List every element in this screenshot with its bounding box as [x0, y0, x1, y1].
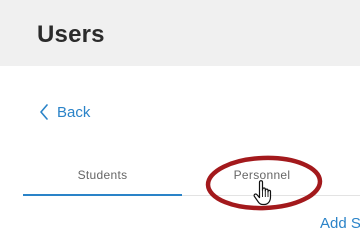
- add-link[interactable]: Add S: [320, 215, 360, 232]
- chevron-left-icon: [40, 104, 48, 120]
- page-title: Users: [37, 21, 105, 48]
- active-tab-indicator: [23, 194, 182, 196]
- back-link-label: Back: [57, 103, 91, 121]
- tab-students-label: Students: [77, 168, 128, 182]
- page-header: Users: [0, 0, 360, 66]
- back-link[interactable]: Back: [39, 101, 90, 123]
- tab-personnel[interactable]: Personnel: [182, 155, 342, 195]
- user-type-tabs: Students Personnel: [0, 155, 360, 197]
- tab-students[interactable]: Students: [23, 155, 182, 195]
- users-page: Users Back Students Personnel Add S: [0, 0, 360, 242]
- tab-personnel-label: Personnel: [233, 168, 291, 182]
